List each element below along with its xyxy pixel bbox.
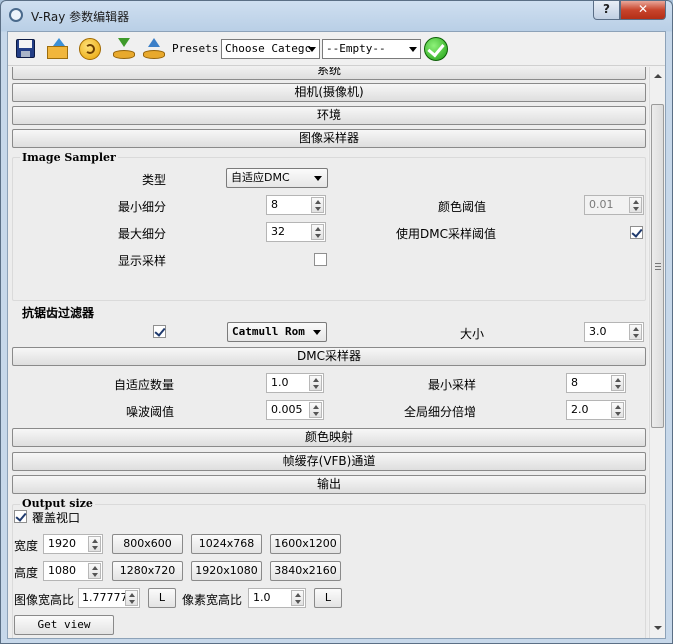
- settings-panel: 系统 相机(摄像机) 环境 图像采样器 Image Sampler 类型 自适应…: [8, 67, 648, 638]
- upload-preset-icon[interactable]: [142, 37, 166, 61]
- override-viewport-checkbox[interactable]: [14, 510, 27, 523]
- pixel-aspect-label: 像素宽高比: [182, 593, 243, 607]
- vertical-scrollbar[interactable]: [649, 67, 665, 638]
- section-vfb-channels[interactable]: 帧缓存(VFB)通道: [12, 452, 646, 471]
- preset-combo[interactable]: --Empty--: [322, 39, 421, 59]
- open-folder-icon[interactable]: [46, 37, 70, 61]
- scroll-up-icon[interactable]: [650, 69, 665, 85]
- download-preset-icon[interactable]: [112, 37, 136, 61]
- section-color-mapping[interactable]: 颜色映射: [12, 428, 646, 447]
- noise-threshold-spinner[interactable]: 0.005: [266, 400, 324, 420]
- close-button[interactable]: ✕: [620, 1, 666, 20]
- height-label: 高度: [14, 566, 39, 580]
- spinner-arrows-icon[interactable]: [309, 375, 322, 391]
- spinner-arrows-icon[interactable]: [611, 402, 624, 418]
- image-aspect-label: 图像宽高比: [14, 593, 75, 607]
- grip-icon: [655, 263, 661, 270]
- spinner-arrows-icon[interactable]: [88, 536, 101, 552]
- pixel-aspect-spinner[interactable]: 1.0: [248, 588, 306, 608]
- chevron-down-icon: [409, 47, 417, 52]
- section-environment[interactable]: 环境: [12, 106, 646, 125]
- window-title: V-Ray 参数编辑器: [31, 10, 130, 24]
- aa-size-spinner[interactable]: 3.0: [584, 322, 644, 342]
- toolbar: Presets: Choose Categc --Empty--: [8, 32, 665, 66]
- spinner-arrows-icon[interactable]: [311, 224, 324, 240]
- spinner-arrows-icon[interactable]: [88, 563, 101, 579]
- preset-800x600-button[interactable]: 800x600: [112, 534, 183, 554]
- spinner-arrows-icon[interactable]: [291, 590, 304, 606]
- spinner-arrows-icon[interactable]: [311, 197, 324, 213]
- show-samples-checkbox[interactable]: [314, 253, 327, 266]
- aa-filter-select[interactable]: Catmull Rom: [227, 322, 327, 342]
- image-aspect-lock-button[interactable]: L: [148, 588, 176, 608]
- sampler-type-select[interactable]: 自适应DMC: [226, 168, 328, 188]
- app-icon: [9, 8, 23, 22]
- reset-icon[interactable]: [78, 37, 102, 61]
- chevron-down-icon: [313, 330, 321, 335]
- image-aspect-spinner[interactable]: 1.77777: [78, 588, 140, 608]
- adaptive-amount-spinner[interactable]: 1.0: [266, 373, 324, 393]
- presets-label: Presets:: [172, 42, 225, 55]
- spinner-arrows-icon[interactable]: [629, 197, 642, 213]
- section-system[interactable]: 系统: [12, 67, 646, 80]
- spinner-arrows-icon[interactable]: [629, 324, 642, 340]
- spinner-arrows-icon[interactable]: [125, 590, 138, 606]
- spinner-arrows-icon[interactable]: [309, 402, 322, 418]
- section-camera[interactable]: 相机(摄像机): [12, 83, 646, 102]
- noise-threshold-label: 噪波阈值: [126, 405, 175, 419]
- image-sampler-group-title: Image Sampler: [20, 151, 118, 164]
- title-bar[interactable]: V-Ray 参数编辑器 ? ✕: [1, 1, 672, 31]
- color-threshold-label: 颜色阈值: [438, 200, 487, 214]
- chevron-down-icon: [314, 176, 322, 181]
- override-viewport-label: 覆盖视口: [32, 511, 81, 525]
- height-spinner[interactable]: 1080: [43, 561, 103, 581]
- sampler-type-label: 类型: [142, 173, 167, 187]
- section-output[interactable]: 输出: [12, 475, 646, 494]
- section-image-sampler[interactable]: 图像采样器: [12, 129, 646, 148]
- preset-1280x720-button[interactable]: 1280x720: [112, 561, 183, 581]
- use-dmc-threshold-label: 使用DMC采样阈值: [396, 227, 496, 241]
- adaptive-amount-label: 自适应数量: [114, 378, 175, 392]
- max-subdiv-label: 最大细分: [118, 227, 167, 241]
- get-view-aspect-button[interactable]: Get view aspect: [14, 615, 114, 638]
- spinner-arrows-icon[interactable]: [611, 375, 624, 391]
- scroll-thumb[interactable]: [651, 104, 664, 428]
- min-subdiv-spinner[interactable]: 8: [266, 195, 326, 215]
- image-sampler-group: [12, 157, 646, 301]
- preset-1024x768-button[interactable]: 1024x768: [191, 534, 262, 554]
- client-area: Presets: Choose Categc --Empty-- 系统 相机(摄…: [7, 31, 666, 639]
- preset-1920x1080-button[interactable]: 1920x1080: [191, 561, 262, 581]
- use-dmc-threshold-checkbox[interactable]: [630, 226, 643, 239]
- antialiasing-group-title: 抗锯齿过滤器: [20, 304, 97, 321]
- chevron-down-icon: [308, 47, 316, 52]
- global-subdiv-label: 全局细分倍增: [404, 405, 477, 419]
- help-button[interactable]: ?: [593, 1, 620, 20]
- width-label: 宽度: [14, 539, 39, 553]
- max-subdiv-spinner[interactable]: 32: [266, 222, 326, 242]
- scroll-down-icon[interactable]: [650, 620, 665, 636]
- preset-3840x2160-button[interactable]: 3840x2160: [270, 561, 341, 581]
- apply-check-icon[interactable]: [424, 37, 448, 61]
- category-combo[interactable]: Choose Categc: [221, 39, 320, 59]
- min-subdiv-label: 最小细分: [118, 200, 167, 214]
- vray-editor-window: V-Ray 参数编辑器 ? ✕ Presets: Choose Categc -…: [0, 0, 673, 644]
- save-icon[interactable]: [14, 37, 38, 61]
- width-spinner[interactable]: 1920: [43, 534, 103, 554]
- color-threshold-spinner[interactable]: 0.01: [584, 195, 644, 215]
- min-samples-spinner[interactable]: 8: [566, 373, 626, 393]
- pixel-aspect-lock-button[interactable]: L: [314, 588, 342, 608]
- min-samples-label: 最小采样: [428, 378, 477, 392]
- preset-1600x1200-button[interactable]: 1600x1200: [270, 534, 341, 554]
- show-samples-label: 显示采样: [118, 254, 167, 268]
- aa-size-label: 大小: [460, 327, 485, 341]
- antialiasing-enable-checkbox[interactable]: [153, 325, 166, 338]
- section-dmc-sampler[interactable]: DMC采样器: [12, 347, 646, 366]
- global-subdiv-spinner[interactable]: 2.0: [566, 400, 626, 420]
